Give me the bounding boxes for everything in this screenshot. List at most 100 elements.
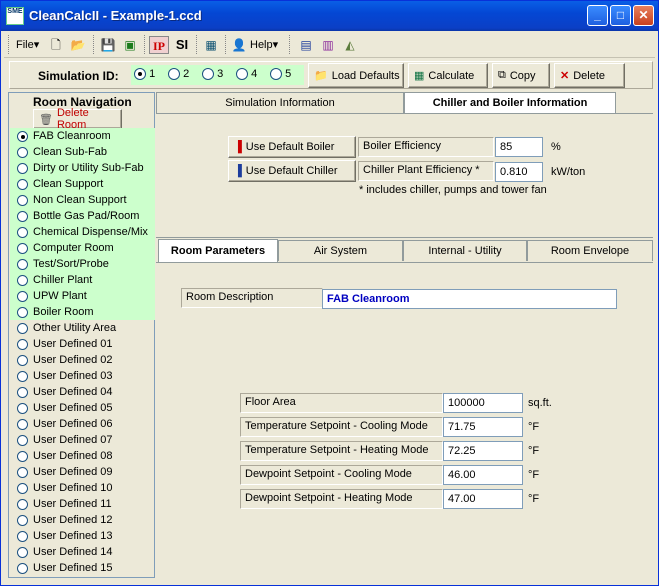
- room-nav-item[interactable]: User Defined 04: [10, 384, 155, 400]
- room-field-input[interactable]: 71.75: [443, 417, 523, 437]
- room-nav-item[interactable]: User Defined 05: [10, 400, 155, 416]
- room-radio[interactable]: [17, 226, 28, 238]
- room-field-input[interactable]: 46.00: [443, 465, 523, 485]
- room-nav-item[interactable]: User Defined 02: [10, 352, 155, 368]
- room-radio[interactable]: [17, 178, 28, 190]
- room-radio[interactable]: [17, 258, 28, 270]
- calculate-button[interactable]: ▦ Calculate: [408, 63, 488, 88]
- room-nav-item[interactable]: Chiller Plant: [10, 272, 155, 288]
- room-nav-item[interactable]: User Defined 08: [10, 448, 155, 464]
- room-radio[interactable]: [17, 402, 28, 414]
- sim-id-5-radio[interactable]: 5: [270, 68, 291, 81]
- save-icon[interactable]: 💾: [98, 36, 118, 54]
- room-radio[interactable]: [17, 338, 28, 350]
- room-nav-item[interactable]: Chemical Dispense/Mix: [10, 224, 155, 240]
- room-description-input[interactable]: FAB Cleanroom: [322, 289, 617, 309]
- room-radio[interactable]: [17, 530, 28, 542]
- room-nav-item[interactable]: Boiler Room: [10, 304, 155, 320]
- room-radio[interactable]: [17, 418, 28, 430]
- load-defaults-button[interactable]: 📁 Load Defaults: [308, 63, 404, 88]
- room-radio[interactable]: [17, 354, 28, 366]
- sim-id-3-radio[interactable]: 3: [202, 68, 223, 81]
- room-radio[interactable]: [17, 162, 28, 174]
- chart-icon[interactable]: ▥: [318, 36, 338, 54]
- room-nav-item[interactable]: UPW Plant: [10, 288, 155, 304]
- save-all-icon[interactable]: ▣: [120, 36, 140, 54]
- tab-chiller-boiler-information[interactable]: Chiller and Boiler Information: [404, 92, 616, 113]
- sim-id-2-radio[interactable]: 2: [168, 68, 189, 81]
- room-nav-item[interactable]: Non Clean Support: [10, 192, 155, 208]
- si-units-button[interactable]: SI: [172, 36, 192, 54]
- report-icon[interactable]: ▤: [296, 36, 316, 54]
- new-file-icon[interactable]: 🗋: [46, 36, 66, 54]
- user-help-icon[interactable]: 👤: [229, 36, 249, 54]
- room-radio[interactable]: [17, 130, 28, 142]
- room-nav-item[interactable]: User Defined 12: [10, 512, 155, 528]
- open-folder-icon[interactable]: 📂: [68, 36, 88, 54]
- room-field-input[interactable]: 72.25: [443, 441, 523, 461]
- room-nav-item[interactable]: User Defined 03: [10, 368, 155, 384]
- room-nav-label: User Defined 09: [33, 466, 113, 478]
- boiler-efficiency-input[interactable]: 85: [495, 137, 543, 157]
- room-radio[interactable]: [17, 210, 28, 222]
- room-nav-item[interactable]: Bottle Gas Pad/Room: [10, 208, 155, 224]
- room-nav-item[interactable]: Dirty or Utility Sub-Fab: [10, 160, 155, 176]
- room-nav-item[interactable]: User Defined 14: [10, 544, 155, 560]
- title-bar[interactable]: SME CleanCalcII - Example-1.ccd _ □ ✕: [1, 1, 658, 31]
- room-nav-item[interactable]: Other Utility Area: [10, 320, 155, 336]
- room-nav-item[interactable]: User Defined 10: [10, 480, 155, 496]
- room-nav-item[interactable]: Clean Support: [10, 176, 155, 192]
- room-radio[interactable]: [17, 562, 28, 574]
- room-nav-item[interactable]: User Defined 07: [10, 432, 155, 448]
- ip-units-button[interactable]: IP: [149, 36, 169, 54]
- room-nav-item[interactable]: FAB Cleanroom: [10, 128, 155, 144]
- file-menu[interactable]: File▾: [16, 38, 39, 51]
- use-default-chiller-button[interactable]: ▐ Use Default Chiller: [228, 160, 356, 182]
- room-radio[interactable]: [17, 546, 28, 558]
- room-nav-item[interactable]: Clean Sub-Fab: [10, 144, 155, 160]
- room-radio[interactable]: [17, 290, 28, 302]
- minimize-button[interactable]: _: [587, 5, 608, 26]
- room-radio[interactable]: [17, 242, 28, 254]
- room-radio[interactable]: [17, 194, 28, 206]
- room-radio[interactable]: [17, 322, 28, 334]
- tab-simulation-information[interactable]: Simulation Information: [156, 92, 404, 113]
- room-nav-item[interactable]: Computer Room: [10, 240, 155, 256]
- sim-id-1-radio[interactable]: 1: [134, 68, 155, 81]
- room-nav-item[interactable]: User Defined 06: [10, 416, 155, 432]
- help-menu[interactable]: Help▾: [250, 38, 278, 51]
- maximize-button[interactable]: □: [610, 5, 631, 26]
- tab-room-parameters[interactable]: Room Parameters: [158, 239, 278, 263]
- tab-internal-utility[interactable]: Internal - Utility: [403, 240, 527, 261]
- delete-room-button[interactable]: 🗑 Delete Room: [33, 107, 122, 131]
- room-nav-item[interactable]: User Defined 11: [10, 496, 155, 512]
- use-default-boiler-button[interactable]: ▐ Use Default Boiler: [228, 136, 356, 158]
- room-field-input[interactable]: 100000: [443, 393, 523, 413]
- tab-room-envelope[interactable]: Room Envelope: [527, 240, 653, 261]
- sim-id-4-radio[interactable]: 4: [236, 68, 257, 81]
- room-radio[interactable]: [17, 498, 28, 510]
- tab-air-system[interactable]: Air System: [278, 240, 403, 261]
- room-radio[interactable]: [17, 514, 28, 526]
- room-radio[interactable]: [17, 274, 28, 286]
- room-radio[interactable]: [17, 306, 28, 318]
- room-radio[interactable]: [17, 386, 28, 398]
- room-field-input[interactable]: 47.00: [443, 489, 523, 509]
- room-radio[interactable]: [17, 370, 28, 382]
- room-radio[interactable]: [17, 466, 28, 478]
- room-radio[interactable]: [17, 450, 28, 462]
- room-nav-item[interactable]: User Defined 13: [10, 528, 155, 544]
- chiller-efficiency-input[interactable]: 0.810: [495, 162, 543, 182]
- room-nav-item[interactable]: User Defined 15: [10, 560, 155, 576]
- graph-icon[interactable]: ◭: [340, 36, 360, 54]
- room-nav-item[interactable]: Test/Sort/Probe: [10, 256, 155, 272]
- room-radio[interactable]: [17, 482, 28, 494]
- room-nav-item[interactable]: User Defined 01: [10, 336, 155, 352]
- calculator-icon[interactable]: ▦: [201, 36, 221, 54]
- close-button[interactable]: ✕: [633, 5, 654, 26]
- delete-button[interactable]: ✕ Delete: [554, 63, 625, 88]
- room-radio[interactable]: [17, 434, 28, 446]
- room-nav-item[interactable]: User Defined 09: [10, 464, 155, 480]
- copy-button[interactable]: ⧉ Copy: [492, 63, 550, 88]
- room-radio[interactable]: [17, 146, 28, 158]
